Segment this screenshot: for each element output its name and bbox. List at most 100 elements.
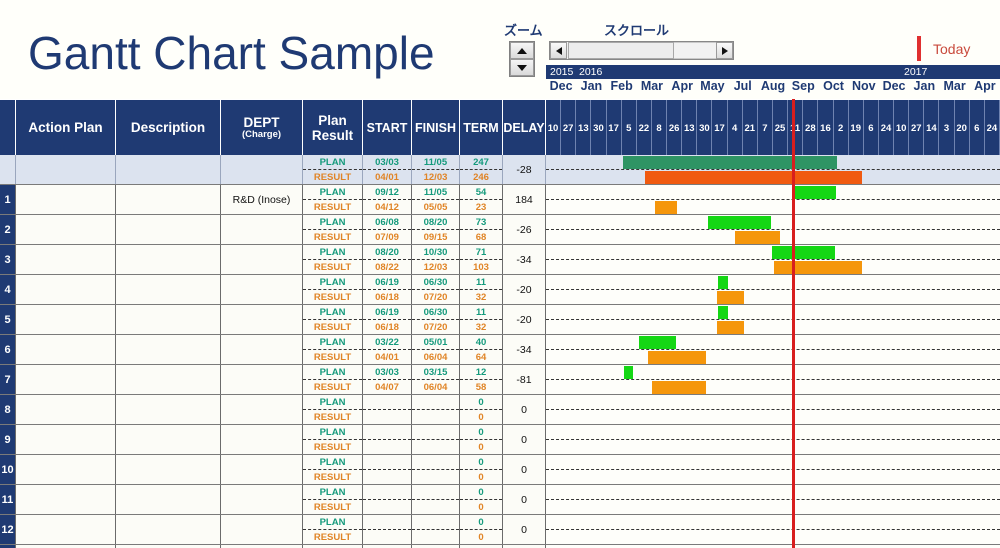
zoom-in-button[interactable]	[510, 42, 534, 59]
start-cell[interactable]: 03/22 04/01	[363, 335, 412, 365]
dept-cell[interactable]	[221, 245, 303, 275]
gantt-row-area[interactable]	[546, 455, 1000, 485]
action-plan-cell[interactable]	[16, 395, 116, 425]
scroll-right-button[interactable]	[716, 42, 733, 59]
description-cell[interactable]	[116, 185, 221, 215]
dept-cell[interactable]	[221, 455, 303, 485]
action-plan-cell[interactable]	[16, 455, 116, 485]
start-cell[interactable]: 08/20 08/22	[363, 245, 412, 275]
term-cell[interactable]: 73 68	[460, 215, 503, 245]
start-cell[interactable]	[363, 395, 412, 425]
table-row[interactable]: 12 PLAN RESULT 0 0 0	[0, 515, 1000, 545]
finish-cell[interactable]: 06/30 07/20	[412, 305, 460, 335]
table-row[interactable]: 3 PLAN RESULT 08/20 08/22 10/30 12/03 71 103 -34	[0, 245, 1000, 275]
action-plan-cell[interactable]	[16, 485, 116, 515]
finish-cell[interactable]: 06/30 07/20	[412, 275, 460, 305]
gantt-bar-result[interactable]	[774, 261, 862, 274]
table-row[interactable]: 9 PLAN RESULT 0 0 0	[0, 425, 1000, 455]
action-plan-cell[interactable]	[16, 515, 116, 545]
action-plan-cell[interactable]	[16, 425, 116, 455]
gantt-row-area[interactable]	[546, 425, 1000, 455]
term-cell[interactable]: 40 64	[460, 335, 503, 365]
description-cell[interactable]	[116, 305, 221, 335]
finish-cell[interactable]: 03/15 06/04	[412, 365, 460, 395]
start-cell[interactable]: 06/08 07/09	[363, 215, 412, 245]
gantt-bar-result[interactable]	[648, 351, 706, 364]
description-cell[interactable]	[116, 215, 221, 245]
gantt-bar-result[interactable]	[717, 291, 744, 304]
term-cell[interactable]: 247 246	[460, 155, 503, 185]
gantt-bar-plan[interactable]	[718, 276, 728, 289]
start-cell[interactable]	[363, 485, 412, 515]
gantt-bar-plan[interactable]	[624, 366, 633, 379]
term-cell[interactable]: 12 58	[460, 365, 503, 395]
term-cell[interactable]: 00	[460, 425, 503, 455]
dept-cell[interactable]	[221, 155, 303, 185]
timeline-scrollbar[interactable]	[549, 41, 734, 60]
scrollbar-track[interactable]	[674, 42, 716, 59]
description-cell[interactable]	[116, 455, 221, 485]
dept-cell[interactable]	[221, 395, 303, 425]
term-cell[interactable]: 00	[460, 515, 503, 545]
table-row[interactable]: 7 PLAN RESULT 03/03 04/07 03/15 06/04 12 58 -81	[0, 365, 1000, 395]
dept-cell[interactable]	[221, 305, 303, 335]
gantt-row-area[interactable]	[546, 245, 1000, 275]
finish-cell[interactable]	[412, 395, 460, 425]
scroll-left-button[interactable]	[550, 42, 567, 59]
table-row[interactable]: 6 PLAN RESULT 03/22 04/01 05/01 06/04 40 64 -34	[0, 335, 1000, 365]
action-plan-cell[interactable]	[16, 245, 116, 275]
start-cell[interactable]: 03/03 04/07	[363, 365, 412, 395]
gantt-bar-plan[interactable]	[794, 186, 836, 199]
gantt-bar-result[interactable]	[655, 201, 677, 214]
gantt-bar-result[interactable]	[717, 321, 744, 334]
description-cell[interactable]	[116, 155, 221, 185]
term-cell[interactable]: 00	[460, 485, 503, 515]
start-cell[interactable]: 03/03 04/01	[363, 155, 412, 185]
start-cell[interactable]	[363, 425, 412, 455]
zoom-out-button[interactable]	[510, 59, 534, 76]
description-cell[interactable]	[116, 245, 221, 275]
table-row[interactable]: 1 R&D (Inose) PLAN RESULT 09/12 04/12 11/05 05/…	[0, 185, 1000, 215]
table-row[interactable]: 8 PLAN RESULT 0 0 0	[0, 395, 1000, 425]
finish-cell[interactable]	[412, 455, 460, 485]
action-plan-cell[interactable]	[16, 155, 116, 185]
table-row[interactable]: 11 PLAN RESULT 0 0 0	[0, 485, 1000, 515]
action-plan-cell[interactable]	[16, 305, 116, 335]
gantt-row-area[interactable]	[546, 485, 1000, 515]
description-cell[interactable]	[116, 425, 221, 455]
description-cell[interactable]	[116, 395, 221, 425]
gantt-bar-result[interactable]	[652, 381, 706, 394]
start-cell[interactable]: 09/12 04/12	[363, 185, 412, 215]
description-cell[interactable]	[116, 365, 221, 395]
action-plan-cell[interactable]	[16, 185, 116, 215]
term-cell[interactable]: 71 103	[460, 245, 503, 275]
description-cell[interactable]	[116, 275, 221, 305]
finish-cell[interactable]: 10/30 12/03	[412, 245, 460, 275]
finish-cell[interactable]: 08/20 09/15	[412, 215, 460, 245]
action-plan-cell[interactable]	[16, 365, 116, 395]
gantt-bar-result[interactable]	[645, 171, 862, 184]
description-cell[interactable]	[116, 515, 221, 545]
finish-cell[interactable]	[412, 425, 460, 455]
finish-cell[interactable]	[412, 515, 460, 545]
start-cell[interactable]: 06/19 06/18	[363, 305, 412, 335]
dept-cell[interactable]: R&D (Inose)	[221, 185, 303, 215]
term-cell[interactable]: 54 23	[460, 185, 503, 215]
scrollbar-thumb[interactable]	[568, 42, 674, 59]
term-cell[interactable]: 00	[460, 455, 503, 485]
term-cell[interactable]: 00	[460, 395, 503, 425]
table-row[interactable]: 5 PLAN RESULT 06/19 06/18 06/30 07/20 11 32 -20	[0, 305, 1000, 335]
start-cell[interactable]	[363, 455, 412, 485]
gantt-row-area[interactable]	[546, 215, 1000, 245]
table-row[interactable]: 10 PLAN RESULT 0 0 0	[0, 455, 1000, 485]
action-plan-cell[interactable]	[16, 275, 116, 305]
gantt-bar-plan[interactable]	[639, 336, 676, 349]
dept-cell[interactable]	[221, 215, 303, 245]
action-plan-cell[interactable]	[16, 335, 116, 365]
description-cell[interactable]	[116, 485, 221, 515]
zoom-spinner[interactable]	[509, 41, 535, 77]
gantt-row-area[interactable]	[546, 305, 1000, 335]
term-cell[interactable]: 11 32	[460, 305, 503, 335]
dept-cell[interactable]	[221, 335, 303, 365]
term-cell[interactable]: 11 32	[460, 275, 503, 305]
